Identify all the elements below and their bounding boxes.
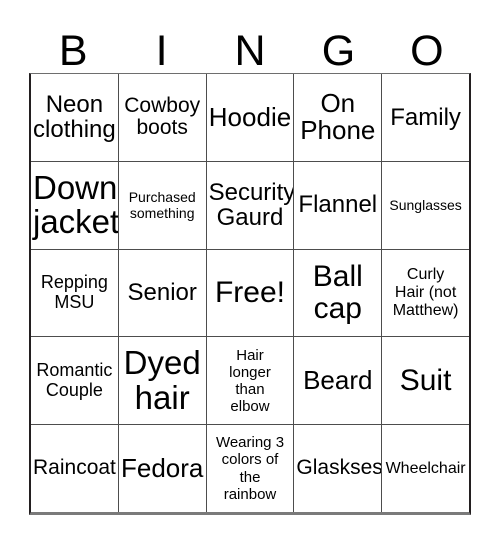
bingo-cell[interactable]: Curly Hair (not Matthew) <box>381 249 469 337</box>
header-letter-b: B <box>58 27 88 75</box>
bingo-row: Raincoat Fedora Wearing 3 colors of the ra… <box>31 424 469 512</box>
bingo-cell[interactable]: Hoodie <box>205 74 294 161</box>
bingo-cell[interactable]: Security Gaurd <box>205 161 294 249</box>
bingo-cell[interactable]: Beard <box>293 337 381 425</box>
bingo-cell[interactable]: On Phone <box>293 74 381 161</box>
bingo-cell[interactable]: Hair longer than elbow <box>205 337 294 425</box>
bingo-cell-label: Purchased something <box>128 188 196 222</box>
bingo-cell[interactable]: Flannel <box>293 161 381 249</box>
bingo-cell-label: Free! <box>214 276 285 310</box>
bingo-cell[interactable]: Raincoat <box>31 425 118 512</box>
header-letter-i: I <box>155 27 168 75</box>
bingo-cell[interactable]: Repping MSU <box>31 250 118 337</box>
bingo-cell-label: Sunglasses <box>389 196 462 213</box>
bingo-row: Neon clothing Cowboy boots Hoodie On Phone F… <box>31 74 469 161</box>
bingo-cell[interactable]: Down jacket <box>31 162 118 249</box>
bingo-cell[interactable]: Family <box>381 74 469 161</box>
bingo-header: B I N G O <box>29 18 471 73</box>
bingo-row: Repping MSU Senior Free! Ball cap Curly Hair… <box>31 248 469 337</box>
bingo-cell-label: Family <box>390 103 461 131</box>
bingo-cell[interactable]: Wearing 3 colors of the rainbow <box>205 425 294 512</box>
bingo-cell[interactable]: Glaskses <box>293 425 381 512</box>
bingo-cell[interactable]: Romantic Couple <box>31 337 118 424</box>
bingo-cell-label: Cowboy boots <box>124 93 201 140</box>
bingo-cell[interactable]: Ball cap <box>293 249 381 337</box>
bingo-cell[interactable]: Free! <box>205 249 294 337</box>
header-letter-o: O <box>410 27 444 75</box>
bingo-grid: Neon clothing Cowboy boots Hoodie On Phone F… <box>29 73 471 515</box>
bingo-cell-label: Neon clothing <box>33 90 116 144</box>
bingo-cell-label: Repping MSU <box>40 272 108 312</box>
bingo-cell-label: Curly Hair (not Matthew) <box>392 266 459 319</box>
bingo-cell-label: Senior <box>127 279 197 307</box>
bingo-cell-label: Glaskses <box>296 456 382 480</box>
bingo-cell-label: Raincoat <box>33 456 116 480</box>
bingo-cell-label: On Phone <box>300 88 376 146</box>
header-letter-n: N <box>234 27 266 75</box>
bingo-cell-label: Security Gaurd <box>208 178 294 232</box>
bingo-cell[interactable]: Suit <box>381 337 469 425</box>
bingo-cell-label: Hair longer than elbow <box>229 346 271 415</box>
bingo-cell[interactable]: Sunglasses <box>381 161 469 249</box>
bingo-card: B I N G O Neon clothing Cowboy boots Hoodi… <box>0 0 500 544</box>
bingo-cell-label: Wearing 3 colors of the rainbow <box>215 434 285 503</box>
bingo-cell-label: Dyed hair <box>123 344 201 416</box>
bingo-cell-label: Hoodie <box>208 101 292 132</box>
bingo-row: Down jacket Purchased something Security G… <box>31 160 469 249</box>
bingo-cell[interactable]: Fedora <box>117 425 206 512</box>
bingo-cell-label: Ball cap <box>312 260 363 325</box>
bingo-cell-label: Fedora <box>121 452 204 483</box>
bingo-cell-label: Wheelchair <box>385 459 466 477</box>
bingo-cell[interactable]: Dyed hair <box>117 337 206 425</box>
bingo-cell[interactable]: Wheelchair <box>381 425 469 512</box>
bingo-cell[interactable]: Cowboy boots <box>117 74 206 161</box>
bingo-cell-label: Romantic Couple <box>36 359 113 400</box>
bingo-cell-label: Down jacket <box>33 168 118 241</box>
bingo-cell-label: Flannel <box>298 191 378 219</box>
bingo-row: Romantic Couple Dyed hair Hair longer than… <box>31 336 469 425</box>
bingo-cell-label: Suit <box>399 364 452 398</box>
bingo-cell[interactable]: Neon clothing <box>31 74 118 161</box>
bingo-cell[interactable]: Purchased something <box>117 161 206 249</box>
bingo-cell[interactable]: Senior <box>117 249 206 337</box>
bingo-cell-label: Beard <box>303 365 373 396</box>
header-letter-g: G <box>321 27 356 75</box>
